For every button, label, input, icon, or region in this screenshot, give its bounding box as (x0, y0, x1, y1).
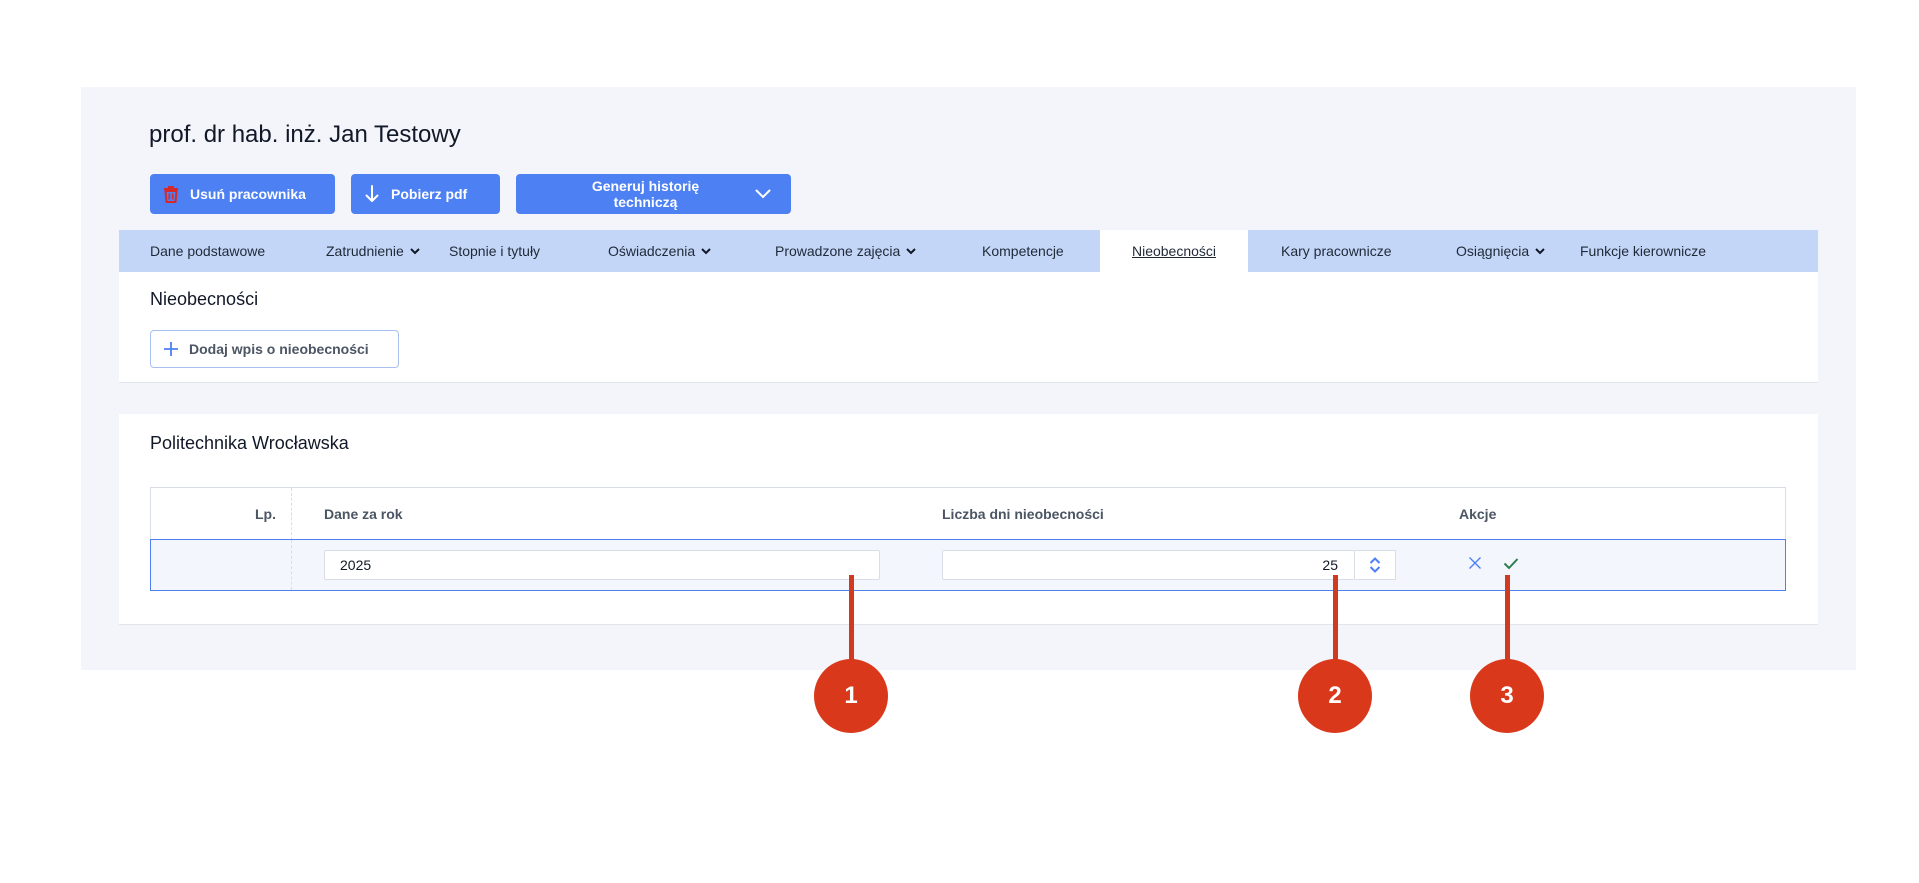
chevron-down-icon (1535, 247, 1545, 255)
column-header-days: Liczba dni nieobecności (942, 506, 1104, 522)
download-pdf-button[interactable]: Pobierz pdf (351, 174, 500, 214)
tab-label: Prowadzone zajęcia (775, 243, 901, 259)
delete-employee-button[interactable]: Usuń pracownika (150, 174, 335, 214)
add-absence-label: Dodaj wpis o nieobecności (189, 341, 369, 357)
tab-label: Kary pracownicze (1281, 243, 1392, 259)
app-window: prof. dr hab. inż. Jan Testowy Usuń prac… (81, 87, 1856, 670)
tab-bar: Dane podstawowe Zatrudnienie Stopnie i t… (119, 230, 1818, 272)
callout-badge-2: 2 (1298, 659, 1372, 733)
tab-declarations[interactable]: Oświadczenia (608, 230, 775, 272)
callout-line-1 (849, 575, 854, 671)
absences-card: Nieobecności Dodaj wpis o nieobecności (119, 272, 1818, 383)
tab-employee-penalties[interactable]: Kary pracownicze (1248, 230, 1426, 272)
callout-line-2 (1333, 575, 1338, 671)
tab-classes-taught[interactable]: Prowadzone zajęcia (775, 230, 982, 272)
tab-management-functions[interactable]: Funkcje kierownicze (1580, 230, 1818, 272)
column-header-year: Dane za rok (324, 506, 403, 522)
generate-history-button[interactable]: Generuj historię techniczą (516, 174, 791, 214)
table-header: Lp. Dane za rok Liczba dni nieobecności … (150, 487, 1786, 540)
row-lp-cell (151, 540, 292, 590)
arrow-down-icon (363, 185, 381, 203)
delete-employee-label: Usuń pracownika (190, 186, 306, 202)
year-input[interactable] (324, 550, 880, 580)
tab-achievements[interactable]: Osiągnięcia (1426, 230, 1580, 272)
confirm-edit-button[interactable] (1500, 552, 1522, 574)
tab-label: Zatrudnienie (326, 243, 404, 259)
column-header-actions: Akcje (1459, 506, 1497, 522)
chevron-down-icon (701, 247, 711, 255)
cancel-edit-button[interactable] (1464, 552, 1486, 574)
tab-basic-data[interactable]: Dane podstawowe (119, 230, 290, 272)
university-title: Politechnika Wrocławska (150, 433, 349, 453)
column-header-lp: Lp. (151, 488, 292, 540)
tab-label: Oświadczenia (608, 243, 696, 259)
tab-absences[interactable]: Nieobecności (1100, 230, 1248, 272)
callout-badge-3: 3 (1470, 659, 1544, 733)
tab-employment[interactable]: Zatrudnienie (290, 230, 449, 272)
table-row-edit (150, 539, 1786, 591)
tab-competences[interactable]: Kompetencje (982, 230, 1100, 272)
add-absence-button[interactable]: Dodaj wpis o nieobecności (150, 330, 399, 368)
page-title: prof. dr hab. inż. Jan Testowy (149, 121, 461, 148)
university-card: Politechnika Wrocławska Lp. Dane za rok … (119, 414, 1818, 625)
generate-history-label: Generuj historię techniczą (591, 178, 700, 210)
callout-badge-1: 1 (814, 659, 888, 733)
absences-section-title: Nieobecności (150, 289, 259, 309)
tab-label: Osiągnięcia (1456, 243, 1530, 259)
tab-label: Funkcje kierownicze (1580, 243, 1707, 259)
days-stepper[interactable] (1355, 550, 1396, 580)
absence-table: Lp. Dane za rok Liczba dni nieobecności … (150, 487, 1786, 591)
toolbar: Usuń pracownika Pobierz pdf Generuj hist… (150, 174, 791, 214)
absence-days-input[interactable] (942, 550, 1355, 580)
trash-icon (162, 185, 180, 203)
callout-line-3 (1505, 575, 1510, 671)
close-icon (1468, 556, 1482, 570)
tab-label: Stopnie i tytuły (449, 243, 541, 259)
download-pdf-label: Pobierz pdf (391, 186, 468, 202)
tab-label: Nieobecności (1131, 243, 1217, 259)
chevron-down-icon (755, 189, 771, 199)
chevron-down-icon (906, 247, 917, 255)
tab-label: Dane podstawowe (150, 243, 266, 259)
plus-icon (163, 341, 179, 357)
tab-degrees-titles[interactable]: Stopnie i tytuły (449, 230, 608, 272)
chevron-up-down-icon (1369, 556, 1381, 574)
checkmark-icon (1503, 557, 1519, 570)
chevron-down-icon (410, 247, 420, 255)
tab-label: Kompetencje (982, 243, 1064, 259)
